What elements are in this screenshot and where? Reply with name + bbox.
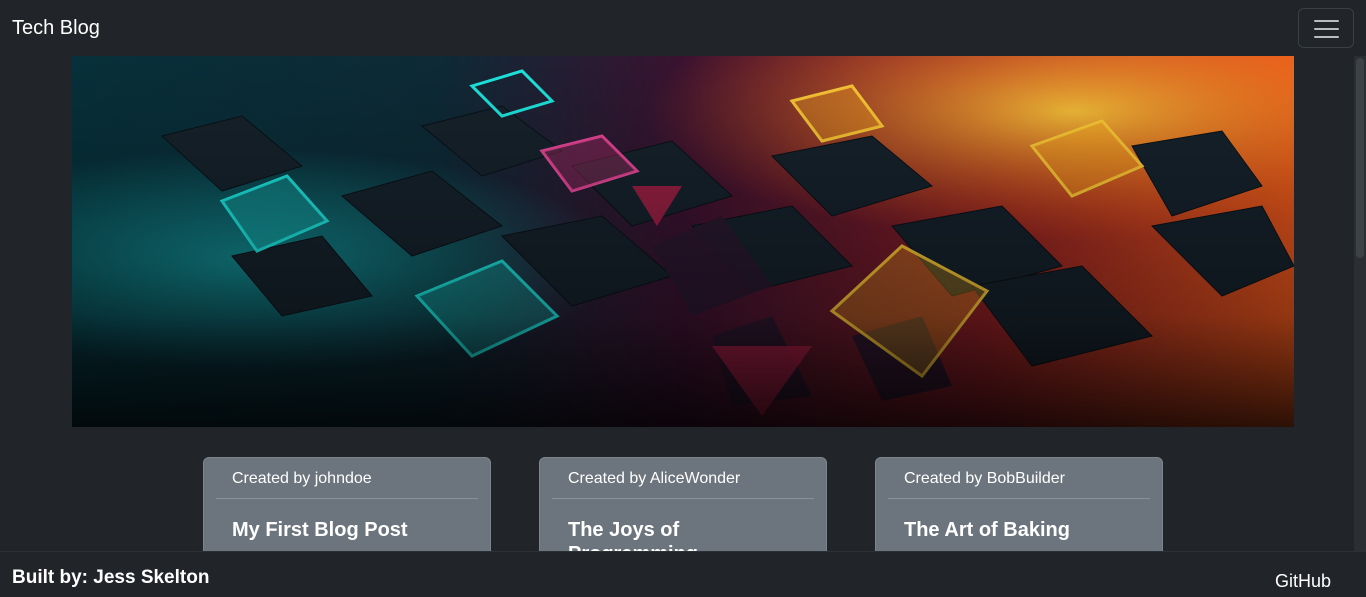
hamburger-menu-icon-line: [1314, 28, 1339, 30]
card-header: Created by BobBuilder: [888, 458, 1150, 499]
post-author: Created by AliceWonder: [568, 470, 741, 487]
footer-built-by: Built by: Jess Skelton: [12, 567, 210, 588]
navbar-toggler-button[interactable]: [1298, 8, 1354, 48]
hamburger-menu-icon-line: [1314, 36, 1339, 38]
card-header: Created by AliceWonder: [552, 458, 814, 499]
navbar: Tech Blog: [0, 0, 1366, 56]
post-title-link[interactable]: My First Blog Post: [232, 518, 422, 542]
post-author: Created by johndoe: [232, 470, 372, 487]
hero-banner-image: [72, 56, 1294, 427]
post-author: Created by BobBuilder: [904, 470, 1065, 487]
post-title-link[interactable]: The Art of Baking: [904, 518, 1094, 542]
navbar-brand[interactable]: Tech Blog: [12, 17, 100, 40]
hamburger-menu-icon: [1314, 20, 1339, 22]
github-link[interactable]: GitHub: [1275, 571, 1331, 592]
scrollbar-thumb[interactable]: [1356, 58, 1364, 258]
footer: Built by: Jess Skelton GitHub: [0, 551, 1366, 597]
card-header: Created by johndoe: [216, 458, 478, 499]
abstract-neon-cubes-image: [72, 56, 1294, 427]
